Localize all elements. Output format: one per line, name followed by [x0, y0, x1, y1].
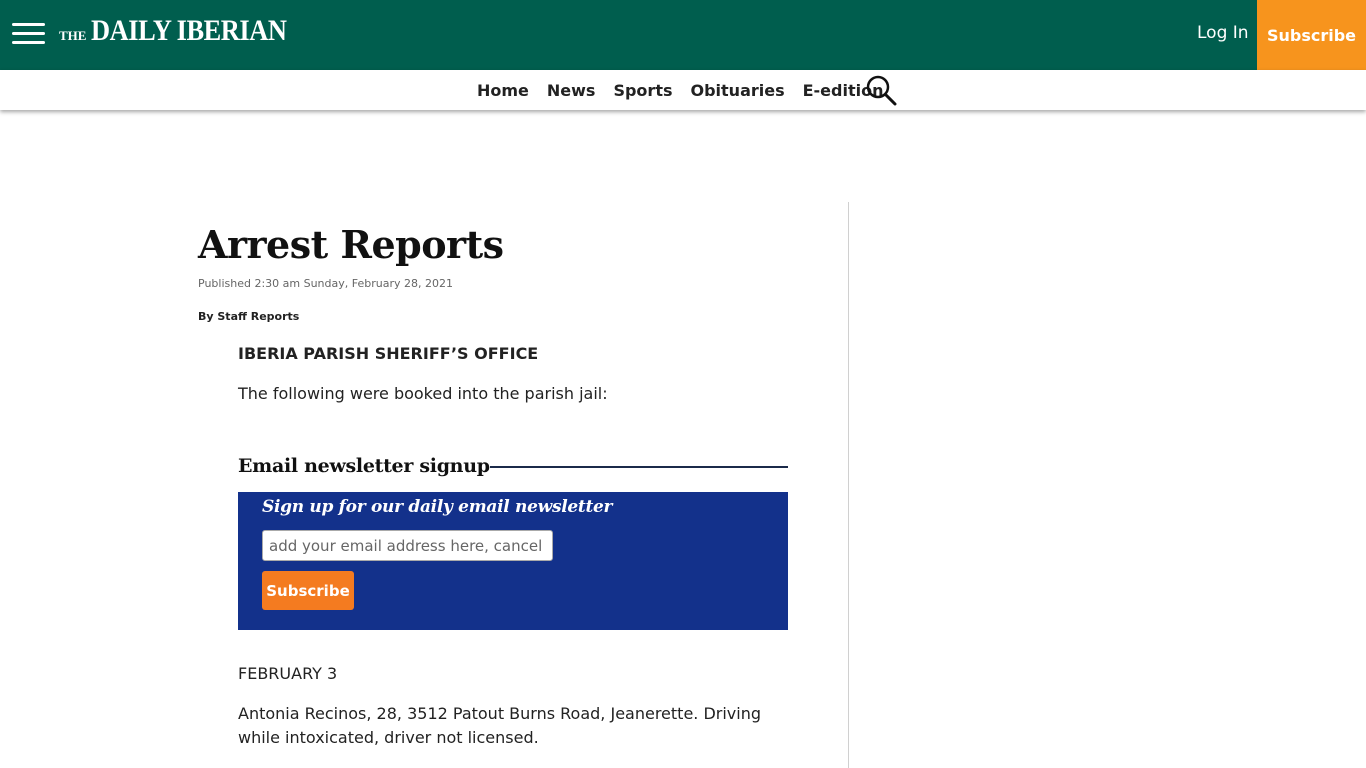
published-date: Published 2:30 am Sunday, February 28, 2… — [198, 277, 453, 290]
newsletter-subscribe-button[interactable]: Subscribe — [262, 571, 354, 610]
site-logo[interactable]: THE DAILY IBERIAN — [59, 14, 314, 54]
newsletter-heading-rule — [489, 466, 788, 468]
date-heading: FEBRUARY 3 — [238, 664, 338, 683]
column-divider — [848, 202, 849, 768]
nav-item-news[interactable]: News — [547, 81, 596, 100]
logo-the-text: THE — [59, 28, 87, 43]
newsletter-title: Sign up for our daily email newsletter — [262, 497, 613, 517]
article-intro: The following were booked into the paris… — [238, 384, 608, 403]
login-link[interactable]: Log In — [1197, 23, 1249, 43]
menu-icon[interactable] — [12, 22, 45, 46]
newsletter-heading-row: Email newsletter signup — [238, 452, 788, 480]
menu-icon-bar — [12, 41, 45, 44]
article-headline: Arrest Reports — [198, 222, 504, 267]
nav-items: Home News Sports Obituaries E-edition — [468, 70, 892, 110]
logo-main-text: DAILY IBERIAN — [91, 14, 287, 47]
main-nav: Home News Sports Obituaries E-edition — [0, 70, 1366, 110]
newsletter-heading: Email newsletter signup — [238, 455, 490, 477]
header-subscribe-button[interactable]: Subscribe — [1257, 0, 1366, 70]
search-icon[interactable] — [865, 74, 897, 106]
article-byline[interactable]: By Staff Reports — [198, 310, 299, 323]
newsletter-email-input[interactable] — [262, 530, 553, 561]
nav-item-sports[interactable]: Sports — [613, 81, 672, 100]
arrest-entry: Antonia Recinos, 28, 3512 Patout Burns R… — [238, 704, 762, 747]
newsletter-signup-box: Sign up for our daily email newsletter S… — [238, 492, 788, 630]
menu-icon-bar — [12, 23, 45, 26]
section-heading: IBERIA PARISH SHERIFF’S OFFICE — [238, 344, 539, 363]
nav-item-obituaries[interactable]: Obituaries — [690, 81, 784, 100]
menu-icon-bar — [12, 32, 45, 35]
nav-item-home[interactable]: Home — [477, 81, 529, 100]
site-header: THE DAILY IBERIAN Log In Subscribe — [0, 0, 1366, 70]
